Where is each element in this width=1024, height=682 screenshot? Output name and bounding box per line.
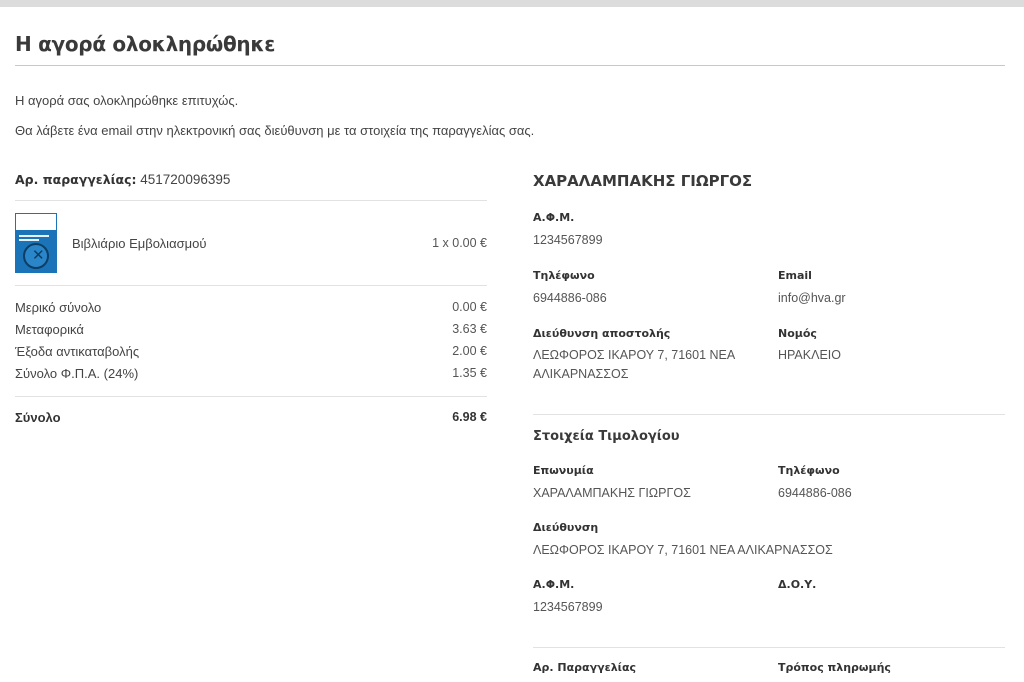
invoice-address-value: ΛΕΩΦΟΡΟΣ ΙΚΑΡΟΥ 7, 71601 ΝΕΑ ΑΛΙΚΑΡΝΑΣΣΟ…: [533, 543, 833, 557]
order-number: Αρ. παραγγελίας: 451720096395: [15, 172, 230, 187]
vaccination-booklet-thumbnail-icon: ✕: [15, 213, 57, 273]
invoice-phone-value: 6944886-086: [778, 486, 852, 500]
summary-value: 3.63 €: [452, 322, 487, 336]
product-name[interactable]: Βιβλιάριο Εμβολιασμού: [72, 236, 206, 251]
nomos-value: ΗΡΑΚΛΕΙΟ: [778, 348, 841, 362]
summary-label: Σύνολο Φ.Π.Α. (24%): [15, 366, 139, 381]
invoice-afm-label: Α.Φ.Μ.: [533, 578, 575, 591]
invoice-afm-value: 1234567899: [533, 600, 603, 614]
afm-value: 1234567899: [533, 233, 603, 247]
invoice-section-title: Στοιχεία Τιμολογίου: [533, 429, 680, 444]
invoice-address-label: Διεύθυνση: [533, 521, 599, 534]
total-value: 6.98 €: [452, 410, 487, 424]
invoice-divider: [533, 647, 1005, 648]
phone-value: 6944886-086: [533, 291, 607, 305]
total-label: Σύνολο: [15, 410, 61, 425]
summary-row-shipping: Μεταφορικά 3.63 €: [15, 322, 487, 337]
invoice-company-value: ΧΑΡΑΛΑΜΠΑΚΗΣ ΓΙΩΡΓΟΣ: [533, 486, 691, 500]
payment-method-label: Τρόπος πληρωμής: [778, 661, 891, 674]
phone-label: Τηλέφωνο: [533, 269, 595, 282]
order-number-value: 451720096395: [140, 172, 231, 187]
shipping-address-line2: ΑΛΙΚΑΡΝΑΣΣΟΣ: [533, 367, 629, 381]
summary-row-total: Σύνολο 6.98 €: [15, 410, 487, 425]
summary-row-subtotal: Μερικό σύνολο 0.00 €: [15, 300, 487, 315]
success-message: Η αγορά σας ολοκληρώθηκε επιτυχώς.: [15, 93, 239, 108]
order-divider-items: [15, 285, 487, 286]
order-divider-total: [15, 396, 487, 397]
product-qty-price: 1 x 0.00 €: [432, 236, 487, 250]
afm-label: Α.Φ.Μ.: [533, 211, 575, 224]
page-title: Η αγορά ολοκληρώθηκε: [15, 32, 276, 56]
email-notice: Θα λάβετε ένα email στην ηλεκτρονική σας…: [15, 123, 535, 138]
customer-divider: [533, 414, 1005, 415]
summary-label: Μεταφορικά: [15, 322, 84, 337]
customer-name: ΧΑΡΑΛΑΜΠΑΚΗΣ ΓΙΩΡΓΟΣ: [533, 172, 753, 190]
summary-row-cod-fee: Έξοδα αντικαταβολής 2.00 €: [15, 344, 487, 359]
order-number-label: Αρ. παραγγελίας:: [15, 172, 137, 187]
email-label: Email: [778, 269, 812, 282]
invoice-doy-label: Δ.Ο.Υ.: [778, 578, 817, 591]
shipping-address-label: Διεύθυνση αποστολής: [533, 327, 671, 340]
order-divider-top: [15, 200, 487, 201]
top-browser-bar: [0, 0, 1024, 7]
title-divider: [15, 65, 1005, 66]
summary-label: Έξοδα αντικαταβολής: [15, 344, 140, 359]
summary-row-vat: Σύνολο Φ.Π.Α. (24%) 1.35 €: [15, 366, 487, 381]
summary-value: 2.00 €: [452, 344, 487, 358]
invoice-phone-label: Τηλέφωνο: [778, 464, 840, 477]
summary-value: 1.35 €: [452, 366, 487, 380]
invoice-company-label: Επωνυμία: [533, 464, 594, 477]
summary-value: 0.00 €: [452, 300, 487, 314]
nomos-label: Νομός: [778, 327, 817, 340]
summary-label: Μερικό σύνολο: [15, 300, 102, 315]
shipping-address-line1: ΛΕΩΦΟΡΟΣ ΙΚΑΡΟΥ 7, 71601 ΝΕΑ: [533, 348, 736, 362]
extra-order-label: Αρ. Παραγγελίας: [533, 661, 637, 674]
email-value[interactable]: info@hva.gr: [778, 289, 846, 308]
